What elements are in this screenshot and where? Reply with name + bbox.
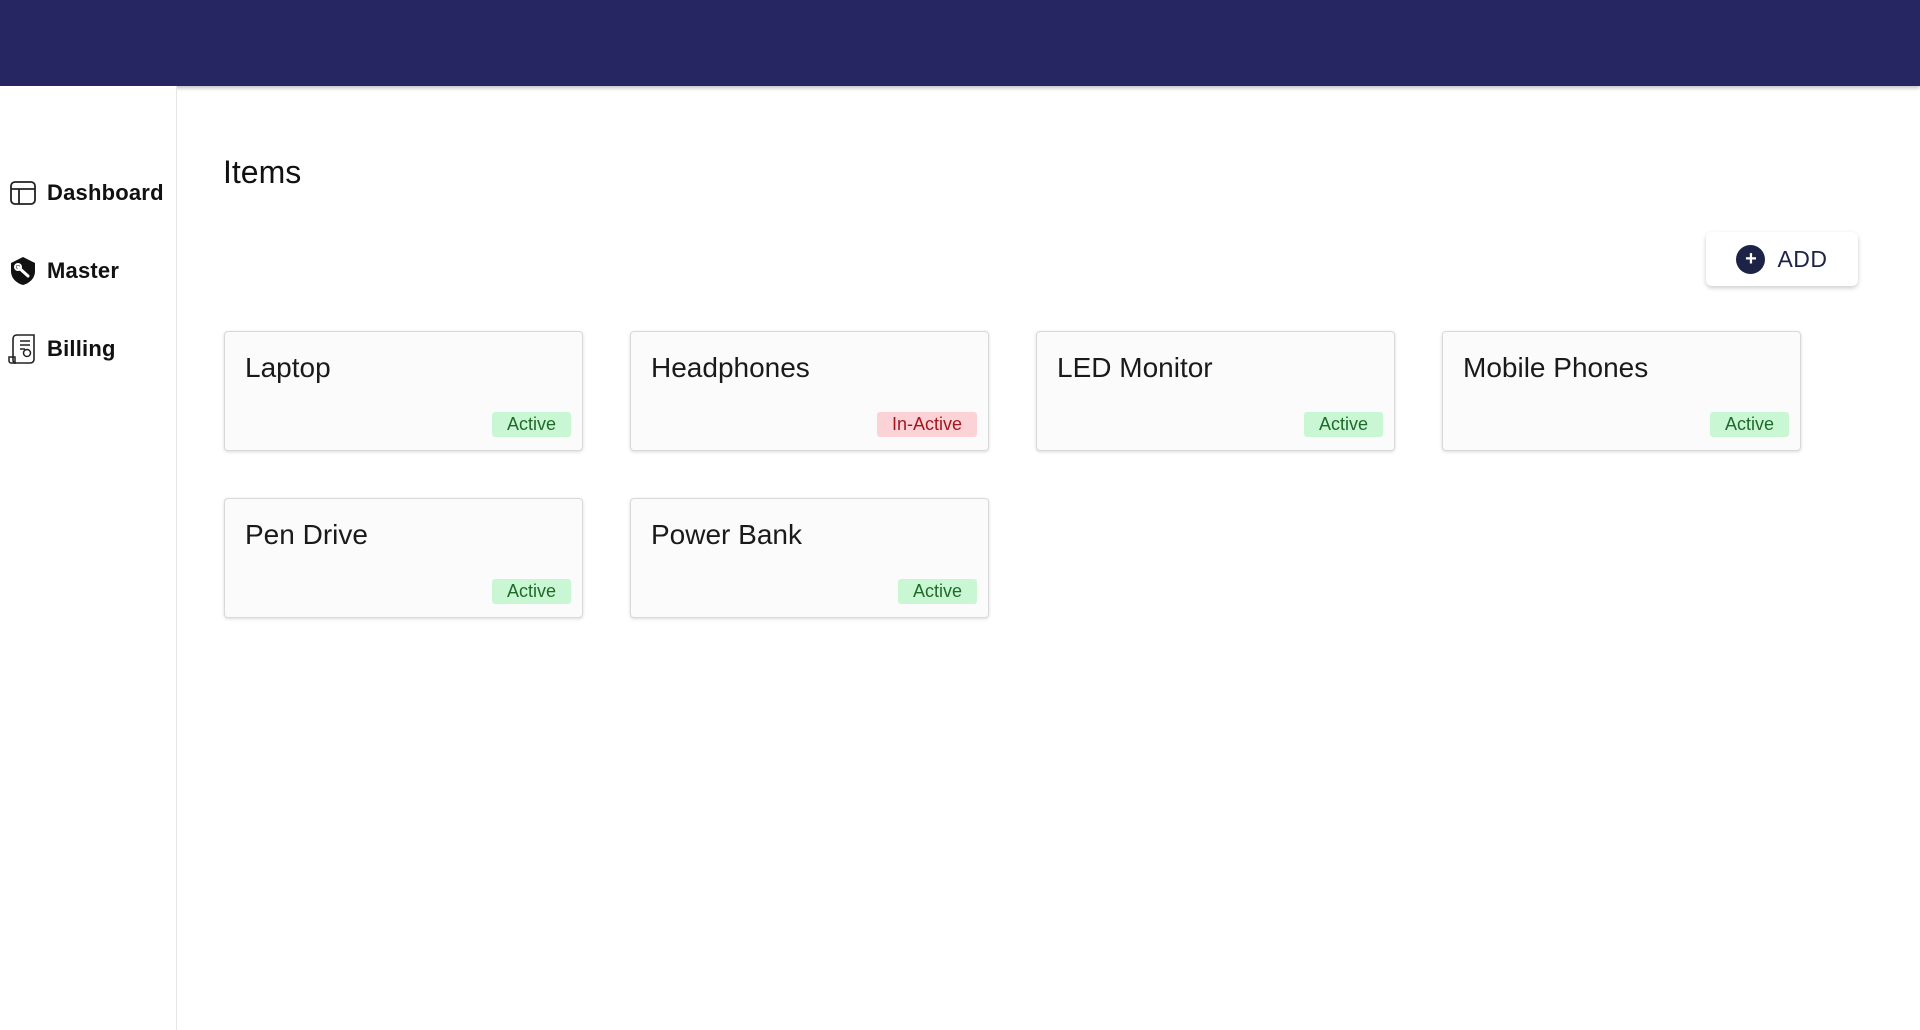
master-icon xyxy=(8,256,38,286)
sidebar-item-label: Master xyxy=(47,258,120,283)
add-button-label: ADD xyxy=(1777,245,1828,272)
item-card-pen-drive[interactable]: Pen Drive Active xyxy=(224,498,583,618)
top-app-bar xyxy=(0,0,1920,86)
item-card-laptop[interactable]: Laptop Active xyxy=(224,331,583,451)
item-name: Power Bank xyxy=(651,519,802,550)
sidebar-item-master[interactable]: Master xyxy=(0,251,176,291)
billing-icon xyxy=(8,334,38,364)
status-badge: Active xyxy=(897,579,977,604)
sidebar-item-label: Dashboard xyxy=(47,180,164,205)
status-badge: In-Active xyxy=(876,412,977,437)
sidebar: Dashboard Master Billing xyxy=(0,86,177,1030)
status-badge: Active xyxy=(491,579,571,604)
sidebar-item-dashboard[interactable]: Dashboard xyxy=(0,173,176,213)
item-name: Pen Drive xyxy=(245,519,368,550)
status-badge: Active xyxy=(1709,412,1789,437)
sidebar-item-billing[interactable]: Billing xyxy=(0,329,176,369)
item-name: Mobile Phones xyxy=(1463,352,1649,383)
status-badge: Active xyxy=(491,412,571,437)
item-card-mobile-phones[interactable]: Mobile Phones Active xyxy=(1442,331,1801,451)
dashboard-icon xyxy=(8,178,38,208)
item-card-headphones[interactable]: Headphones In-Active xyxy=(630,331,989,451)
main-content: Items + ADD Laptop Active Headphones In-… xyxy=(177,86,1920,1030)
add-item-button[interactable]: + ADD xyxy=(1706,232,1858,286)
item-name: Laptop xyxy=(245,352,331,383)
item-name: LED Monitor xyxy=(1057,352,1213,383)
add-circle-icon: + xyxy=(1736,244,1766,274)
item-card-led-monitor[interactable]: LED Monitor Active xyxy=(1036,331,1395,451)
item-name: Headphones xyxy=(651,352,810,383)
page-title: Items xyxy=(223,154,302,190)
sidebar-item-label: Billing xyxy=(47,336,116,361)
item-card-power-bank[interactable]: Power Bank Active xyxy=(630,498,989,618)
status-badge: Active xyxy=(1303,412,1383,437)
